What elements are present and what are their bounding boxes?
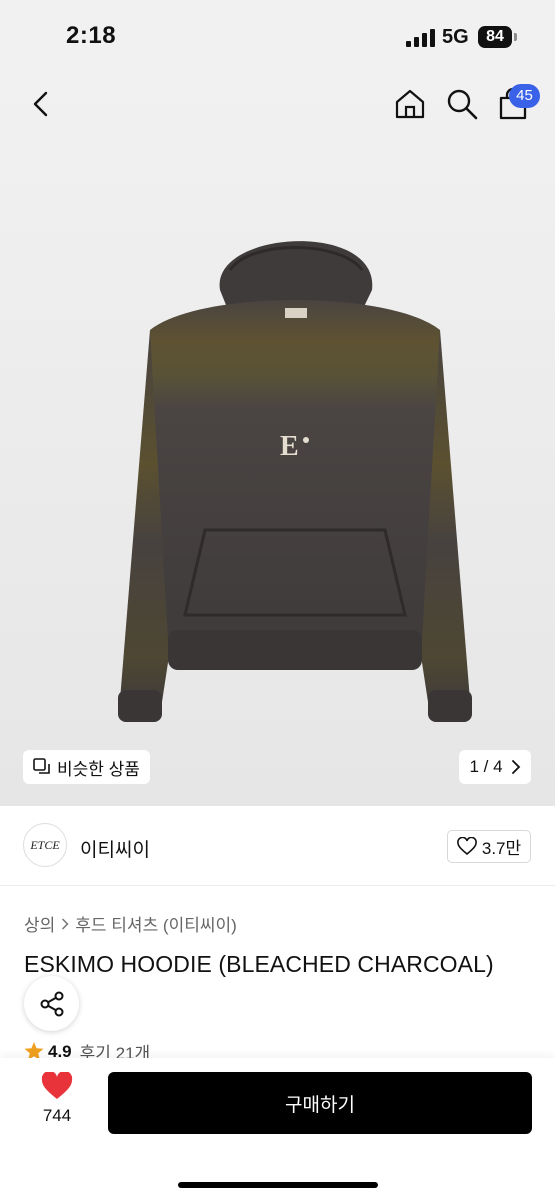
signal-icon [406, 29, 435, 47]
wishlist-button[interactable]: 744 [36, 1072, 78, 1130]
battery-level: 84 [486, 28, 504, 45]
network-type: 5G [442, 26, 469, 48]
product-title: ESKIMO HOODIE (BLEACHED CHARCOAL) [24, 951, 494, 977]
heart-outline-icon [456, 836, 477, 855]
brand-name[interactable]: 이티씨이 [80, 835, 150, 862]
similar-products-label: 비슷한 상품 [57, 759, 140, 779]
heart-icon [41, 1072, 73, 1099]
breadcrumb-item[interactable]: 상의 [24, 911, 55, 936]
pager-text: 1 / 4 [469, 757, 503, 776]
chevron-right-icon [62, 917, 69, 930]
brand-logo[interactable]: ETCE [23, 823, 67, 867]
image-pager[interactable]: 1 / 4 [459, 750, 531, 784]
wishlist-count: 744 [42, 1106, 72, 1125]
copy-icon [33, 758, 50, 774]
breadcrumb: 상의 후드 티셔츠 (이티씨이) [24, 911, 237, 936]
brand-like-count: 3.7만 [481, 839, 522, 858]
home-icon[interactable] [394, 88, 426, 120]
battery-icon: 84 [478, 26, 512, 48]
status-time: 2:18 [66, 22, 117, 49]
share-icon [40, 991, 63, 1016]
cart-count-badge: 45 [509, 84, 540, 108]
search-icon[interactable] [446, 88, 478, 120]
similar-products-button[interactable]: 비슷한 상품 [23, 750, 150, 784]
brand-logo-text: ETCE [30, 837, 60, 852]
back-icon[interactable] [28, 90, 56, 118]
home-indicator [178, 1182, 378, 1188]
chevron-right-icon [511, 760, 520, 774]
brand-row: ETCE 이티씨이 3.7만 [0, 806, 555, 886]
bottom-action-bar: 744 구매하기 [0, 1058, 555, 1200]
brand-like-button[interactable]: 3.7만 [447, 830, 531, 863]
product-gallery[interactable]: 45 E 비슷한 상품 1 / 4 [0, 70, 555, 806]
product-logo-mark: E [280, 431, 299, 462]
breadcrumb-item[interactable]: 후드 티셔츠 (이티씨이) [75, 911, 237, 936]
battery-tip [514, 33, 517, 41]
product-image[interactable]: E [110, 220, 480, 740]
status-bar: 2:18 5G 84 [0, 0, 555, 70]
buy-button[interactable]: 구매하기 [108, 1072, 532, 1134]
share-button[interactable] [24, 976, 79, 1031]
